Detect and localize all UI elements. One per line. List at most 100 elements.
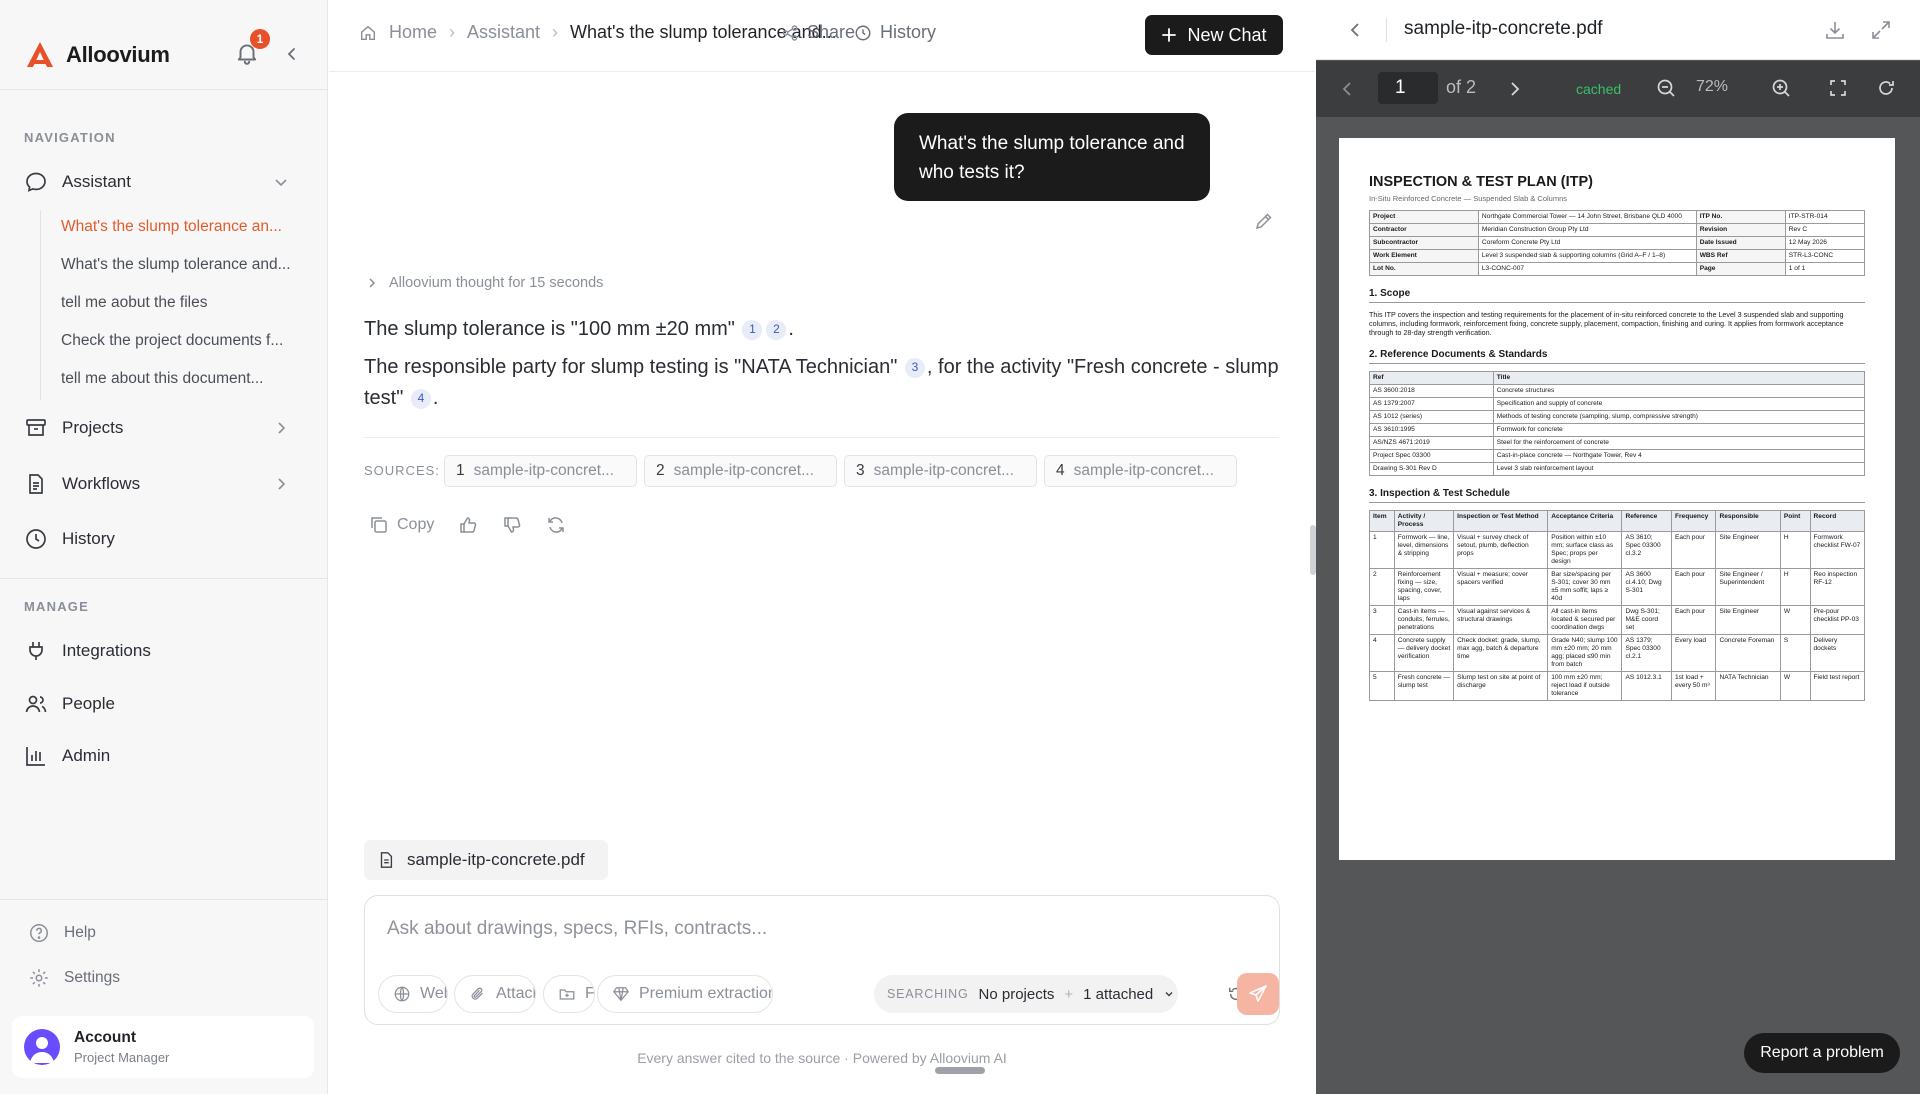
citation-badge[interactable]: 2	[766, 319, 787, 340]
table-cell: 5	[1369, 671, 1395, 701]
send-button[interactable]	[1237, 973, 1279, 1015]
table-row: AS 3600:2018 Concrete structures	[1369, 384, 1866, 398]
navigation-section-label: NAVIGATION	[24, 130, 116, 145]
nav-projects[interactable]: Projects	[24, 408, 300, 448]
table-cell: Work Element	[1369, 249, 1479, 263]
table-cell: 3	[1369, 605, 1395, 635]
plug-icon	[29, 642, 43, 660]
folder-plus-icon	[559, 989, 575, 1000]
table-row: Project Northgate Commercial Tower — 14 J…	[1369, 210, 1866, 224]
table-cell: Page	[1695, 262, 1786, 276]
table-header: Frequency	[1670, 510, 1717, 532]
table-cell: Slump test on site at point of discharge	[1453, 671, 1549, 701]
table-cell: Each pour	[1670, 605, 1717, 635]
settings-link[interactable]: Settings	[28, 967, 120, 989]
table-cell: 1	[1369, 531, 1395, 569]
answer-paragraph: The slump tolerance is "100 mm ±20 mm" 1…	[364, 314, 1284, 345]
attached-file-chip[interactable]: sample-itp-concrete.pdf	[364, 840, 608, 880]
scope-text: This ITP covers the inspection and testi…	[1369, 310, 1844, 337]
answer-text: .	[432, 387, 439, 409]
chat-history-item[interactable]: What's the slump tolerance and...	[61, 256, 307, 274]
previous-page-icon[interactable]	[1338, 79, 1358, 99]
web-label: Web	[420, 985, 447, 1002]
brand[interactable]: Alloovium	[24, 38, 170, 72]
history-button[interactable]: History	[854, 22, 936, 43]
source-chip[interactable]: 1 sample-itp-concret...	[444, 455, 637, 487]
zoom-out-icon[interactable]	[1656, 78, 1676, 98]
pdf-page[interactable]: INSPECTION & TEST PLAN (ITP) In-Situ Rei…	[1339, 138, 1895, 860]
download-icon[interactable]	[1824, 19, 1846, 41]
new-chat-button[interactable]: New Chat	[1145, 15, 1283, 55]
table-cell: Level 3 slab reinforcement layout	[1492, 462, 1866, 476]
thumbs-up-icon[interactable]	[458, 515, 478, 535]
scroll-handle[interactable]	[935, 1067, 985, 1074]
chat-history-item[interactable]: Check the project documents f...	[61, 332, 307, 350]
web-toggle[interactable]: Web	[378, 975, 448, 1013]
copy-button[interactable]: Copy	[369, 515, 434, 535]
chat-history-item-active[interactable]: What's the slump tolerance an...	[61, 218, 307, 236]
table-cell: ITP No.	[1695, 210, 1786, 224]
gear-icon	[30, 969, 48, 987]
pencil-icon[interactable]	[1254, 211, 1274, 231]
nav-history[interactable]: History	[24, 519, 300, 559]
attach-button[interactable]: Attach	[454, 975, 536, 1013]
paperclip-icon	[471, 987, 483, 1000]
table-row: Project Spec 03300 Cast-in-place concrete…	[1369, 449, 1866, 463]
thought-toggle[interactable]: Alloovium thought for 15 seconds	[367, 275, 603, 291]
source-name: sample-itp-concret...	[873, 462, 1015, 479]
brand-name: Alloovium	[66, 42, 170, 67]
source-chip[interactable]: 3 sample-itp-concret...	[844, 455, 1037, 487]
message-input[interactable]	[387, 914, 1247, 944]
rotate-icon[interactable]	[1876, 78, 1896, 98]
citation-badge[interactable]: 1	[742, 319, 763, 340]
sidebar-divider	[0, 578, 328, 579]
report-problem-button[interactable]: Report a problem	[1744, 1033, 1900, 1073]
zoom-in-icon[interactable]	[1771, 78, 1791, 98]
doc-subtitle: In-Situ Reinforced Concrete — Suspended …	[1369, 194, 1568, 203]
chevron-right-icon	[278, 478, 286, 490]
source-number: 3	[856, 462, 865, 479]
source-chip[interactable]: 2 sample-itp-concret...	[644, 455, 837, 487]
home-icon[interactable]	[359, 24, 377, 42]
sources-label: SOURCES:	[364, 463, 440, 478]
table-cell: Drawing S-301 Rev D	[1369, 462, 1494, 476]
thumbs-down-icon[interactable]	[502, 515, 522, 535]
next-page-icon[interactable]	[1504, 79, 1524, 99]
table-cell: Concrete structures	[1492, 384, 1866, 398]
expand-icon[interactable]	[1870, 19, 1892, 41]
chat-history-item[interactable]: tell me about this document...	[61, 370, 307, 388]
people-icon	[25, 695, 47, 713]
nav-people[interactable]: People	[24, 684, 300, 724]
chevron-left-icon[interactable]	[1346, 20, 1366, 40]
search-scope-select[interactable]: SEARCHING No projects + 1 attached	[874, 975, 1178, 1013]
chat-history-item[interactable]: tell me aobut the files	[61, 294, 307, 312]
table-cell: Revision	[1695, 223, 1786, 237]
nav-integrations[interactable]: Integrations	[24, 631, 300, 671]
folder-button[interactable]: Fol	[543, 975, 595, 1013]
nav-workflows[interactable]: Workflows	[24, 464, 300, 504]
chat-area: What's the slump tolerance and who tests…	[329, 73, 1316, 1094]
nav-workflows-label: Workflows	[62, 474, 141, 493]
collapse-sidebar-icon[interactable]	[282, 44, 302, 64]
citation-badge[interactable]: 4	[410, 388, 431, 409]
nav-admin[interactable]: Admin	[24, 736, 300, 776]
fit-page-icon[interactable]	[1828, 78, 1848, 98]
regenerate-icon[interactable]	[546, 515, 566, 535]
account-card[interactable]: Account Project Manager	[12, 1016, 314, 1078]
premium-extraction-select[interactable]: Premium extraction	[597, 975, 773, 1013]
globe-icon	[394, 986, 410, 1002]
breadcrumb-separator: ›	[552, 22, 559, 42]
help-link[interactable]: Help	[28, 922, 96, 944]
breadcrumb-home[interactable]: Home	[389, 22, 437, 43]
page-number-input[interactable]: 1	[1378, 72, 1438, 104]
source-chip[interactable]: 4 sample-itp-concret...	[1044, 455, 1237, 487]
breadcrumb-assistant[interactable]: Assistant	[467, 22, 540, 43]
share-button[interactable]: Share	[781, 22, 855, 43]
nav-assistant[interactable]: Assistant	[24, 162, 300, 202]
table-cell: Rev C	[1784, 223, 1866, 237]
table-cell: Visual + survey check of setout, plumb, …	[1453, 531, 1549, 569]
nav-assistant-label: Assistant	[62, 172, 131, 191]
schedule-table: Item Activity / Process Inspection or Test…	[1369, 510, 1866, 701]
table-cell: ITP-STR-014	[1784, 210, 1866, 224]
citation-badge[interactable]: 3	[904, 357, 925, 378]
